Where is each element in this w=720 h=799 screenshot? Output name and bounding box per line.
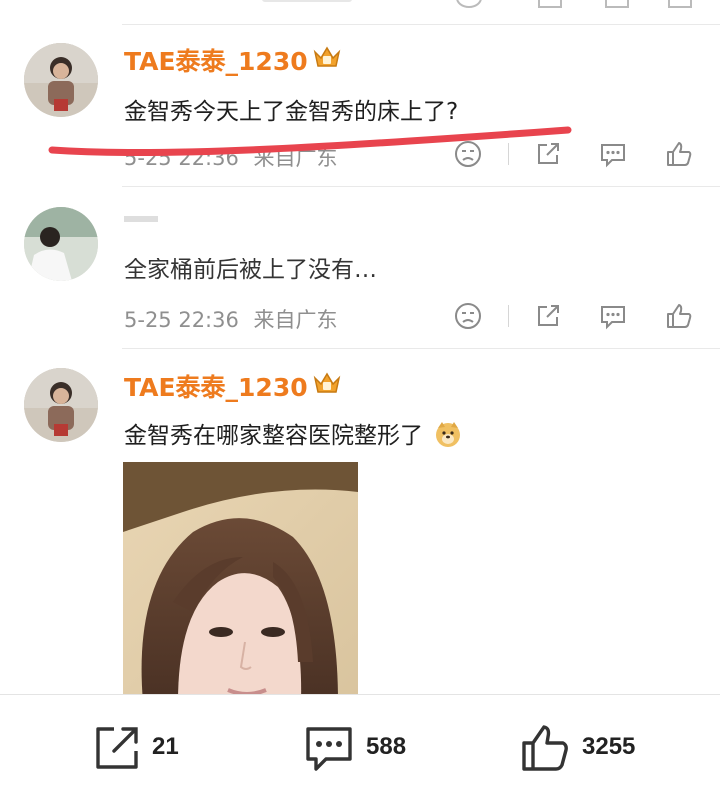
text-overlay-mask: [118, 244, 408, 258]
comment-icon[interactable]: [598, 301, 628, 331]
comment-button[interactable]: 588: [304, 723, 434, 773]
comment-count: 588: [366, 733, 407, 760]
comment-icon[interactable]: [598, 139, 628, 169]
vip-crown-icon: [312, 370, 342, 396]
avatar[interactable]: [24, 207, 98, 281]
action-separator: [508, 143, 509, 165]
like-button[interactable]: 3255: [520, 723, 670, 773]
action-separator: [508, 305, 509, 327]
comment-icon: [306, 727, 352, 771]
comment-time: 5-25 22:36: [124, 308, 239, 332]
like-count: 3255: [582, 733, 636, 760]
comment-text: 金智秀今天上了金智秀的床上了?: [124, 99, 459, 125]
repost-count: 21: [152, 733, 179, 760]
repost-button[interactable]: 21: [92, 723, 192, 773]
username[interactable]: TAE泰泰_1230: [124, 368, 308, 404]
username[interactable]: TAE泰泰_1230: [124, 42, 308, 78]
comment-item: TAE泰泰_1230 金智秀今天上了金智秀的床上了? 5-25 22:36 来自…: [0, 0, 720, 186]
like-icon: [522, 725, 568, 771]
dislike-face-icon[interactable]: [453, 301, 483, 331]
vip-crown-icon: [312, 44, 342, 70]
comment-location: 来自广东: [253, 308, 338, 332]
attached-photo[interactable]: [123, 462, 358, 702]
comment-text: 金智秀在哪家整容医院整形了: [124, 416, 462, 454]
avatar[interactable]: [24, 43, 98, 117]
avatar[interactable]: [24, 368, 98, 442]
share-icon[interactable]: [533, 301, 563, 331]
comment-text-content: 金智秀在哪家整容医院整形了: [124, 423, 423, 449]
doge-emoji-icon: [434, 420, 462, 454]
comment-meta: 5-25 22:36 来自广东: [124, 304, 338, 334]
share-icon: [96, 727, 138, 769]
like-icon[interactable]: [664, 139, 694, 169]
comment-item: TAE泰泰_1230 金智秀在哪家整容医院整形了: [0, 348, 720, 698]
red-underline-annotation: [48, 126, 572, 157]
obscured-username-bar: [124, 216, 158, 222]
share-icon[interactable]: [533, 139, 563, 169]
dislike-face-icon[interactable]: [453, 139, 483, 169]
bottom-action-bar: 21 588 3255: [0, 694, 720, 799]
like-icon[interactable]: [664, 301, 694, 331]
comment-item: 全家桶前后被上了没有… 5-25 22:36 来自广东: [0, 186, 720, 348]
